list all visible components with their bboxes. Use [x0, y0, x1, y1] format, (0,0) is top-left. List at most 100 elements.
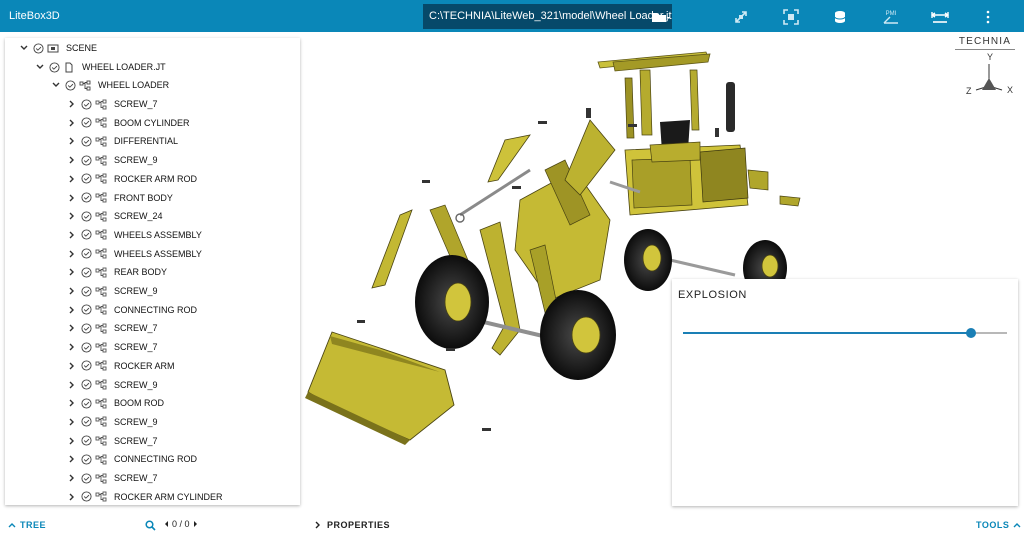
- tree-node-assembly[interactable]: WHEEL LOADER: [50, 76, 169, 94]
- chevron-right-icon[interactable]: [66, 416, 78, 428]
- chevron-right-icon[interactable]: [66, 173, 78, 185]
- chevron-right-icon[interactable]: [66, 248, 78, 260]
- tree-item[interactable]: BOOM ROD: [66, 394, 164, 412]
- assembly-icon: [95, 248, 107, 259]
- explode-icon[interactable]: [733, 9, 749, 25]
- tree-item[interactable]: REAR BODY: [66, 263, 167, 281]
- chevron-right-icon[interactable]: [66, 379, 78, 391]
- measure-icon[interactable]: [931, 9, 949, 25]
- file-icon: [65, 62, 73, 72]
- tree-item[interactable]: SCREW_9: [66, 376, 158, 394]
- tree-item[interactable]: ROCKER ARM: [66, 357, 175, 375]
- visibility-check-icon[interactable]: [81, 267, 92, 278]
- visibility-check-icon[interactable]: [81, 248, 92, 259]
- tree-item[interactable]: WHEELS ASSEMBLY: [66, 245, 202, 263]
- visibility-check-icon[interactable]: [81, 398, 92, 409]
- pmi-icon[interactable]: PMI: [882, 9, 900, 25]
- visibility-check-icon[interactable]: [81, 173, 92, 184]
- assembly-icon: [95, 304, 107, 315]
- tree-item[interactable]: SCREW_9: [66, 413, 158, 431]
- chevron-right-icon[interactable]: [66, 135, 78, 147]
- chevron-right-icon[interactable]: [66, 472, 78, 484]
- chevron-right-icon[interactable]: [66, 453, 78, 465]
- tree-item-label: FRONT BODY: [114, 192, 173, 203]
- visibility-check-icon[interactable]: [49, 61, 60, 73]
- tree-node-scene[interactable]: SCENE: [18, 39, 97, 57]
- tree-item[interactable]: FRONT BODY: [66, 189, 173, 207]
- visibility-check-icon[interactable]: [81, 155, 92, 166]
- tree-item[interactable]: SCREW_9: [66, 282, 158, 300]
- visibility-check-icon[interactable]: [81, 304, 92, 315]
- tree-item[interactable]: SCREW_9: [66, 151, 158, 169]
- visibility-check-icon[interactable]: [81, 98, 92, 110]
- chevron-down-icon[interactable]: [50, 79, 62, 91]
- tree-item[interactable]: SCREW_7: [66, 469, 158, 487]
- tree-item[interactable]: SCREW_7: [66, 319, 158, 337]
- visibility-check-icon[interactable]: [81, 192, 92, 203]
- tree-item[interactable]: CONNECTING ROD: [66, 301, 197, 319]
- pmi-label: PMI: [886, 11, 897, 17]
- visibility-check-icon[interactable]: [81, 416, 92, 427]
- chevron-right-icon[interactable]: [66, 435, 78, 447]
- chevron-down-icon[interactable]: [34, 61, 46, 73]
- visibility-check-icon[interactable]: [81, 323, 92, 334]
- tree-item[interactable]: DIFFERENTIAL: [66, 132, 178, 150]
- more-vert-icon[interactable]: [982, 9, 994, 25]
- tree-item[interactable]: SCREW_7: [66, 432, 158, 450]
- tree-item-label: SCREW_7: [114, 342, 158, 353]
- visibility-check-icon[interactable]: [81, 360, 92, 371]
- properties-toggle-button[interactable]: PROPERTIES: [315, 520, 390, 530]
- visibility-check-icon[interactable]: [81, 117, 92, 128]
- prev-result-icon[interactable]: [163, 520, 169, 528]
- tree-item-label: SCREW_9: [114, 286, 158, 296]
- tree-item[interactable]: SCREW_7: [66, 338, 158, 356]
- visibility-check-icon[interactable]: [81, 435, 92, 446]
- chevron-right-icon[interactable]: [66, 210, 78, 222]
- tree-item[interactable]: WHEELS ASSEMBLY: [66, 226, 202, 244]
- visibility-check-icon[interactable]: [81, 472, 92, 484]
- tree-item[interactable]: ROCKER ARM ROD: [66, 170, 197, 188]
- tree-node-file[interactable]: WHEEL LOADER.JT: [34, 58, 166, 76]
- visibility-check-icon[interactable]: [81, 285, 92, 297]
- visibility-check-icon[interactable]: [81, 379, 92, 390]
- folder-icon[interactable]: [650, 9, 672, 25]
- chevron-right-icon[interactable]: [66, 397, 78, 409]
- tree-item[interactable]: BOOM CYLINDER: [66, 114, 190, 132]
- tree-item[interactable]: SCREW_24: [66, 207, 163, 225]
- visibility-check-icon[interactable]: [81, 454, 92, 465]
- search-icon[interactable]: [145, 520, 156, 531]
- tree-item[interactable]: SCREW_7: [66, 95, 158, 113]
- material-icon[interactable]: [832, 9, 848, 25]
- chevron-right-icon[interactable]: [66, 322, 78, 334]
- visibility-check-icon[interactable]: [81, 136, 92, 147]
- tools-toggle-button[interactable]: TOOLS: [976, 520, 1021, 530]
- explosion-slider[interactable]: [683, 328, 1007, 338]
- tree-item-label: SCREW_9: [114, 379, 158, 390]
- tree-item[interactable]: CONNECTING ROD: [66, 450, 197, 468]
- chevron-right-icon[interactable]: [66, 154, 78, 166]
- visibility-check-icon[interactable]: [65, 79, 76, 91]
- chevron-right-icon[interactable]: [66, 285, 78, 297]
- chevron-right-icon[interactable]: [66, 266, 78, 278]
- next-result-icon[interactable]: [193, 520, 199, 528]
- chevron-right-icon[interactable]: [66, 192, 78, 204]
- fit-view-icon[interactable]: [783, 9, 799, 25]
- file-path-field[interactable]: C:\TECHNIA\LiteWeb_321\model\Wheel Loade…: [423, 4, 672, 29]
- visibility-check-icon[interactable]: [81, 211, 92, 222]
- chevron-right-icon[interactable]: [66, 341, 78, 353]
- chevron-right-icon[interactable]: [66, 304, 78, 316]
- chevron-right-icon[interactable]: [66, 98, 78, 110]
- chevron-down-icon[interactable]: [18, 42, 30, 54]
- explosion-slider-thumb[interactable]: [966, 328, 977, 338]
- tree-item[interactable]: ROCKER ARM CYLINDER: [66, 488, 223, 505]
- visibility-check-icon[interactable]: [33, 42, 44, 54]
- chevron-right-icon[interactable]: [66, 229, 78, 241]
- tree-toggle-button[interactable]: TREE: [8, 520, 46, 530]
- chevron-right-icon[interactable]: [66, 117, 78, 129]
- visibility-check-icon[interactable]: [81, 342, 92, 353]
- chevron-right-icon[interactable]: [66, 360, 78, 372]
- visibility-check-icon[interactable]: [81, 229, 92, 240]
- visibility-check-icon[interactable]: [81, 491, 92, 502]
- chevron-right-icon[interactable]: [66, 491, 78, 503]
- tree-item-label: ROCKER ARM ROD: [114, 173, 198, 184]
